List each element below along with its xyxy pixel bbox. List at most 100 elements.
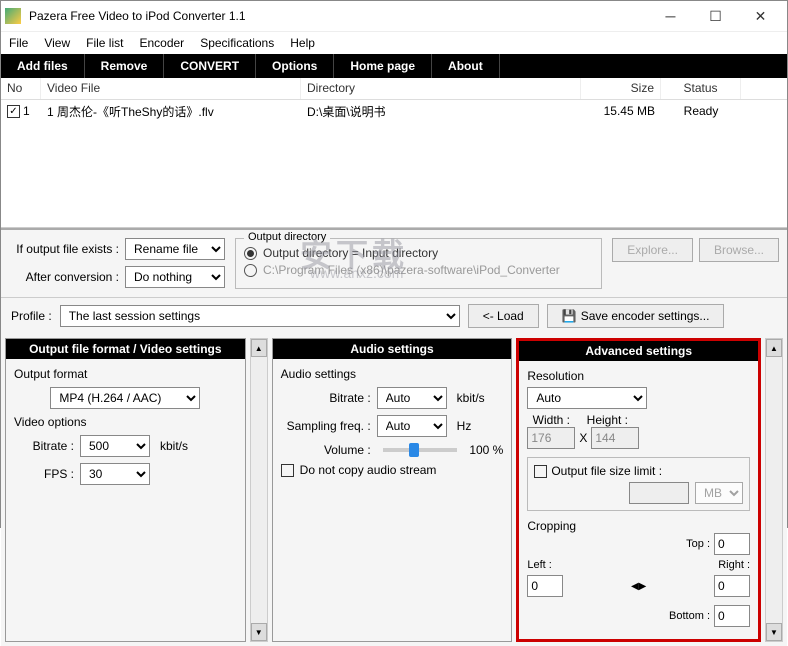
sizelimit-input[interactable]	[629, 482, 689, 504]
abitrate-select[interactable]: Auto	[377, 387, 447, 409]
crop-bottom[interactable]: 0	[714, 605, 750, 627]
audio-panel-title: Audio settings	[273, 339, 512, 359]
volume-value: 100 %	[469, 443, 503, 457]
outdir-radio-same[interactable]	[244, 247, 257, 260]
sizelimit-checkbox[interactable]	[534, 465, 547, 478]
abitrate-label: Bitrate :	[281, 391, 371, 405]
convert-button[interactable]: CONVERT	[164, 54, 256, 78]
output-scrollbar[interactable]: ▲ ▼	[250, 338, 268, 642]
menu-help[interactable]: Help	[290, 36, 315, 50]
sizelimit-label: Output file size limit :	[551, 464, 662, 478]
after-label: After conversion :	[9, 270, 119, 284]
crop-arrows-icon[interactable]: ◀▶	[631, 581, 646, 592]
remove-button[interactable]: Remove	[85, 54, 165, 78]
col-file[interactable]: Video File	[41, 78, 301, 99]
audio-sub-label: Audio settings	[281, 367, 504, 381]
if-exists-select[interactable]: Rename file	[125, 238, 225, 260]
crop-right-label: Right :	[718, 559, 750, 571]
resolution-select[interactable]: Auto	[527, 387, 647, 409]
app-icon	[5, 8, 21, 24]
browse-button[interactable]: Browse...	[699, 238, 779, 262]
height-spin[interactable]: 144	[591, 427, 639, 449]
crop-top-label: Top :	[686, 538, 710, 550]
toolbar: Add files Remove CONVERT Options Home pa…	[1, 54, 787, 78]
sampling-label: Sampling freq. :	[281, 419, 371, 433]
width-label: Width :	[527, 413, 575, 427]
volume-slider[interactable]	[383, 448, 458, 452]
crop-top[interactable]: 0	[714, 533, 750, 555]
row-size: 15.45 MB	[581, 102, 661, 120]
sizelimit-unit[interactable]: MB	[695, 482, 743, 504]
title-bar: Pazera Free Video to iPod Converter 1.1 …	[1, 1, 787, 31]
crop-left[interactable]: 0	[527, 575, 563, 597]
col-size[interactable]: Size	[581, 78, 661, 99]
explore-button[interactable]: Explore...	[612, 238, 693, 262]
volume-label: Volume :	[281, 443, 371, 457]
load-button[interactable]: <- Load	[468, 304, 539, 328]
col-no[interactable]: No	[1, 78, 41, 99]
save-icon: 💾	[562, 309, 577, 323]
scroll-down-icon[interactable]: ▼	[766, 623, 782, 641]
output-format-select[interactable]: MP4 (H.264 / AAC)	[50, 387, 200, 409]
output-panel-title: Output file format / Video settings	[6, 339, 245, 359]
scroll-up-icon[interactable]: ▲	[251, 339, 267, 357]
scroll-down-icon[interactable]: ▼	[251, 623, 267, 641]
vbitrate-select[interactable]: 500	[80, 435, 150, 457]
nocopy-label: Do not copy audio stream	[300, 463, 437, 477]
file-list: No Video File Directory Size Status ✓ 1 …	[1, 78, 787, 228]
after-select[interactable]: Do nothing	[125, 266, 225, 288]
table-row[interactable]: ✓ 1 1 周杰伦-《听TheShy的话》.flv D:\桌面\说明书 15.4…	[1, 100, 787, 122]
advanced-panel: Advanced settings Resolution Auto Width …	[516, 338, 761, 642]
output-options-panel: If output file exists : Rename file Afte…	[1, 228, 787, 297]
nocopy-checkbox[interactable]	[281, 464, 294, 477]
col-status[interactable]: Status	[661, 78, 741, 99]
about-button[interactable]: About	[432, 54, 500, 78]
file-list-header: No Video File Directory Size Status	[1, 78, 787, 100]
menu-view[interactable]: View	[44, 36, 70, 50]
outdir-legend: Output directory	[244, 231, 330, 243]
options-button[interactable]: Options	[256, 54, 334, 78]
crop-bottom-label: Bottom :	[669, 610, 710, 622]
outdir-opt2: C:\Program Files (x86)\pazera-software\i…	[263, 263, 560, 277]
menu-encoder[interactable]: Encoder	[139, 36, 184, 50]
profile-bar: Profile : The last session settings <- L…	[1, 297, 787, 334]
row-no: 1	[23, 104, 30, 118]
advanced-scrollbar[interactable]: ▲ ▼	[765, 338, 783, 642]
vbitrate-label: Bitrate :	[14, 439, 74, 453]
addfiles-button[interactable]: Add files	[1, 54, 85, 78]
col-dir[interactable]: Directory	[301, 78, 581, 99]
sampling-select[interactable]: Auto	[377, 415, 447, 437]
row-status: Ready	[661, 102, 741, 120]
profile-label: Profile :	[11, 309, 52, 323]
advanced-panel-title: Advanced settings	[519, 341, 758, 361]
menu-file[interactable]: File	[9, 36, 28, 50]
maximize-button[interactable]: ☐	[693, 1, 738, 31]
outdir-opt1: Output directory = Input directory	[263, 246, 438, 260]
output-format-label: Output format	[14, 367, 237, 381]
abitrate-unit: kbit/s	[457, 391, 485, 405]
vbitrate-unit: kbit/s	[160, 439, 188, 453]
row-dir: D:\桌面\说明书	[301, 101, 581, 122]
output-format-panel: Output file format / Video settings Outp…	[5, 338, 246, 642]
sampling-unit: Hz	[457, 419, 472, 433]
width-spin[interactable]: 176	[527, 427, 575, 449]
settings-area: Output file format / Video settings Outp…	[1, 334, 787, 646]
menu-bar: File View File list Encoder Specificatio…	[1, 31, 787, 54]
scroll-up-icon[interactable]: ▲	[766, 339, 782, 357]
row-file: 1 周杰伦-《听TheShy的话》.flv	[41, 101, 301, 122]
homepage-button[interactable]: Home page	[334, 54, 432, 78]
minimize-button[interactable]: ─	[648, 1, 693, 31]
menu-filelist[interactable]: File list	[86, 36, 123, 50]
profile-select[interactable]: The last session settings	[60, 305, 460, 327]
crop-right[interactable]: 0	[714, 575, 750, 597]
outdir-radio-custom[interactable]	[244, 264, 257, 277]
row-checkbox[interactable]: ✓	[7, 105, 20, 118]
video-options-label: Video options	[14, 415, 237, 429]
fps-select[interactable]: 30	[80, 463, 150, 485]
fps-label: FPS :	[14, 467, 74, 481]
save-encoder-button[interactable]: 💾 Save encoder settings...	[547, 304, 725, 328]
window-title: Pazera Free Video to iPod Converter 1.1	[29, 9, 648, 23]
crop-left-label: Left :	[527, 559, 551, 571]
close-button[interactable]: ✕	[738, 1, 783, 31]
menu-spec[interactable]: Specifications	[200, 36, 274, 50]
